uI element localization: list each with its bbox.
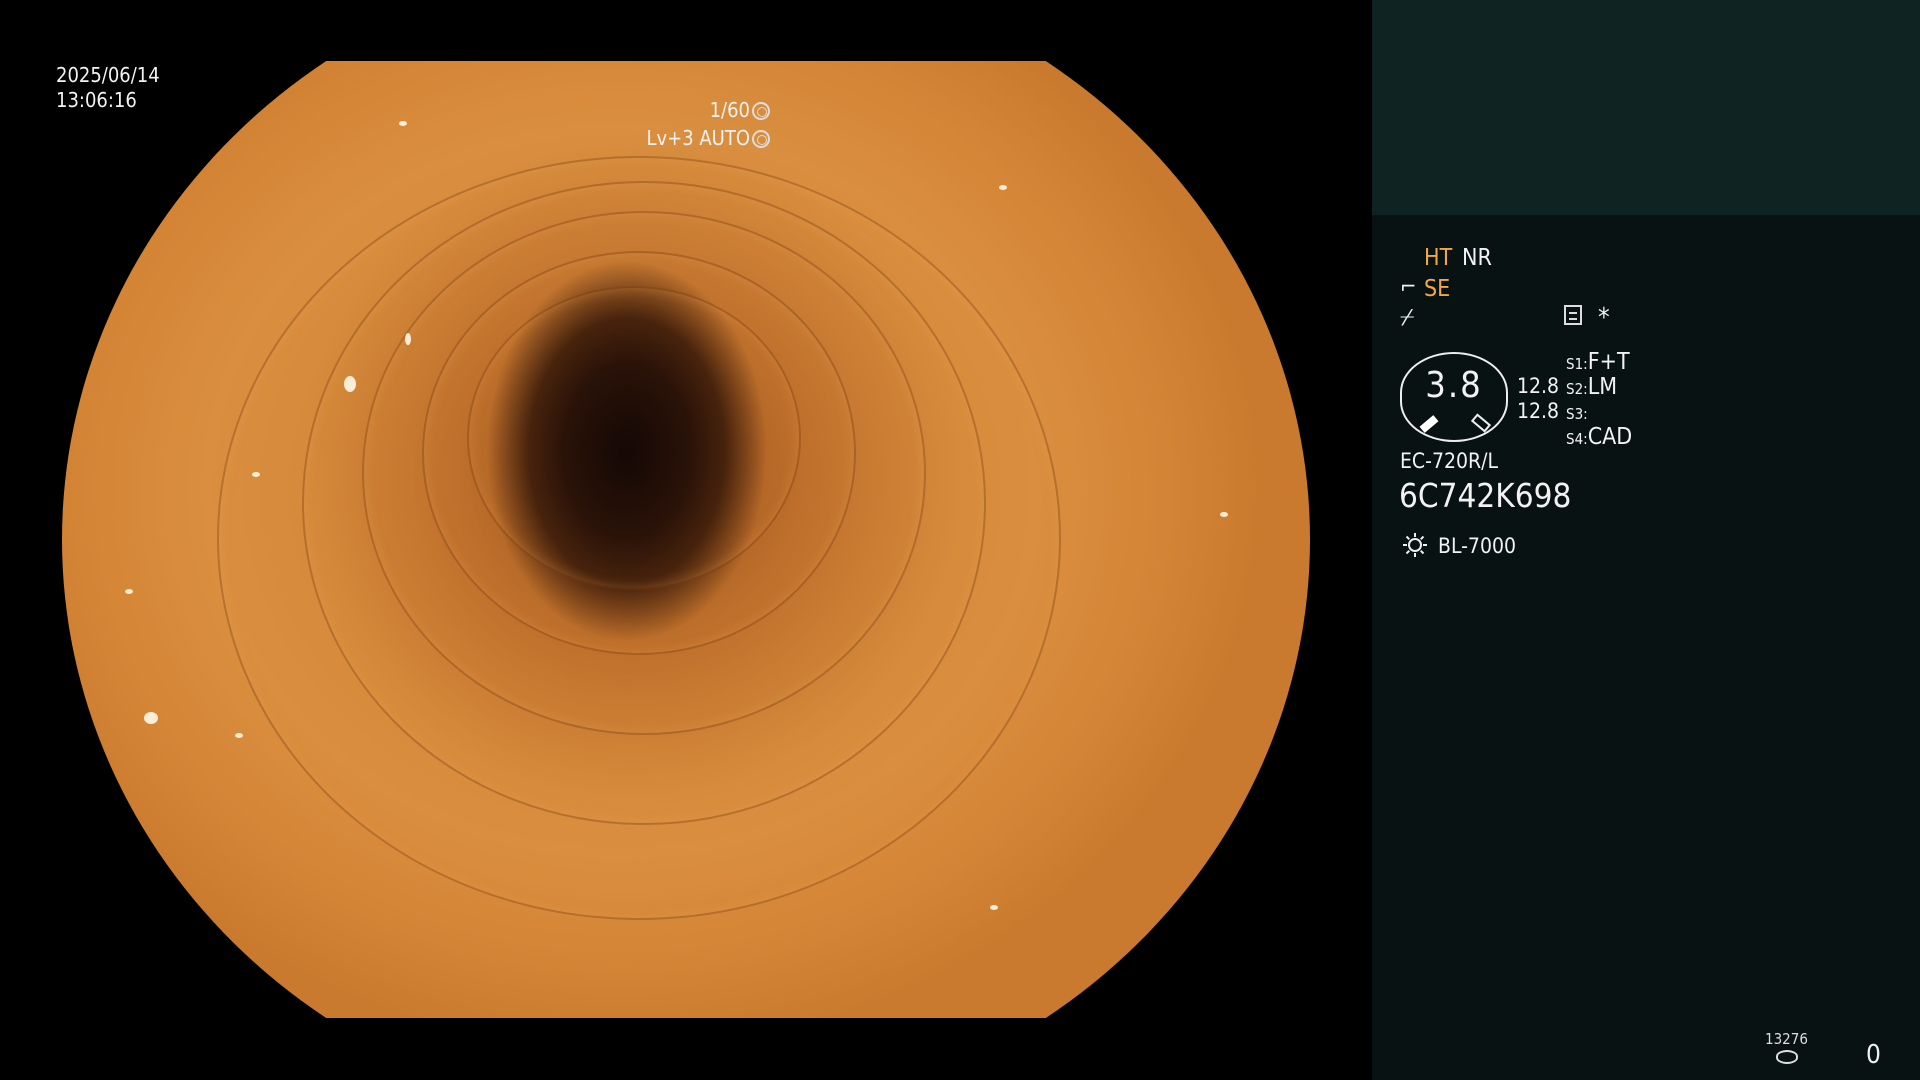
ht-indicator: HT <box>1424 245 1453 271</box>
sun-icon <box>1403 533 1427 557</box>
iris-text: Lv+3 AUTO <box>646 126 750 150</box>
patient-info-area <box>1372 0 1920 215</box>
light-source: BL-7000 <box>1438 534 1517 558</box>
se-indicator: SE <box>1424 276 1451 302</box>
reflection <box>1220 512 1228 517</box>
value-1: 12.8 <box>1517 374 1560 398</box>
s4-value: CAD <box>1587 424 1633 450</box>
asterisk-indicator: * <box>1598 303 1610 333</box>
iris-icon <box>752 130 770 148</box>
image-counter: 13276 <box>1765 1030 1808 1048</box>
info-panel: HT NR ⌐ SE ⌿ * 3.8 12.8 12.8 S1:F+T S2:L… <box>1372 0 1920 1080</box>
reflection <box>252 472 260 477</box>
s4-setting: S4:CAD <box>1566 423 1632 453</box>
value-2: 12.8 <box>1517 399 1560 423</box>
scope-serial: 6C742K698 <box>1399 476 1572 515</box>
reflection <box>125 589 133 594</box>
reflection <box>990 905 998 910</box>
disk-icon <box>1776 1050 1798 1064</box>
shutter-text: 1/60 <box>709 98 750 122</box>
endoscopic-image <box>62 61 1310 1018</box>
s2-value: LM <box>1587 374 1618 400</box>
s2-label: S2: <box>1566 380 1588 398</box>
memo-icon <box>1564 305 1582 325</box>
nr-indicator: NR <box>1462 245 1492 271</box>
timestamp: 2025/06/14 13:06:16 <box>56 63 160 113</box>
se-icon: ⌐ <box>1400 275 1417 300</box>
s1-label: S1: <box>1566 355 1588 373</box>
record-count: 0 <box>1866 1040 1881 1070</box>
reflection <box>144 712 158 724</box>
iris-readout: Lv+3 AUTO <box>646 126 770 151</box>
s3-label: S3: <box>1566 405 1588 423</box>
dial-value: 3.8 <box>1425 365 1483 406</box>
s4-label: S4: <box>1566 430 1588 448</box>
shutter-readout: 1/60 <box>710 98 770 123</box>
mucosal-fold <box>467 286 801 590</box>
time-text: 13:06:16 <box>56 88 137 112</box>
reflection <box>344 376 356 392</box>
date-text: 2025/06/14 <box>56 63 160 87</box>
shutter-icon <box>752 102 770 120</box>
s1-value: F+T <box>1587 349 1630 375</box>
reflection <box>999 185 1007 190</box>
endoscope-video-area: 2025/06/14 13:06:16 1/60 Lv+3 AUTO <box>0 0 1372 1080</box>
scope-model: EC-720R/L <box>1400 449 1499 473</box>
reflection <box>399 121 407 126</box>
reflection <box>235 733 243 738</box>
reflection <box>405 333 411 345</box>
freeze-icon: ⌿ <box>1400 303 1415 331</box>
